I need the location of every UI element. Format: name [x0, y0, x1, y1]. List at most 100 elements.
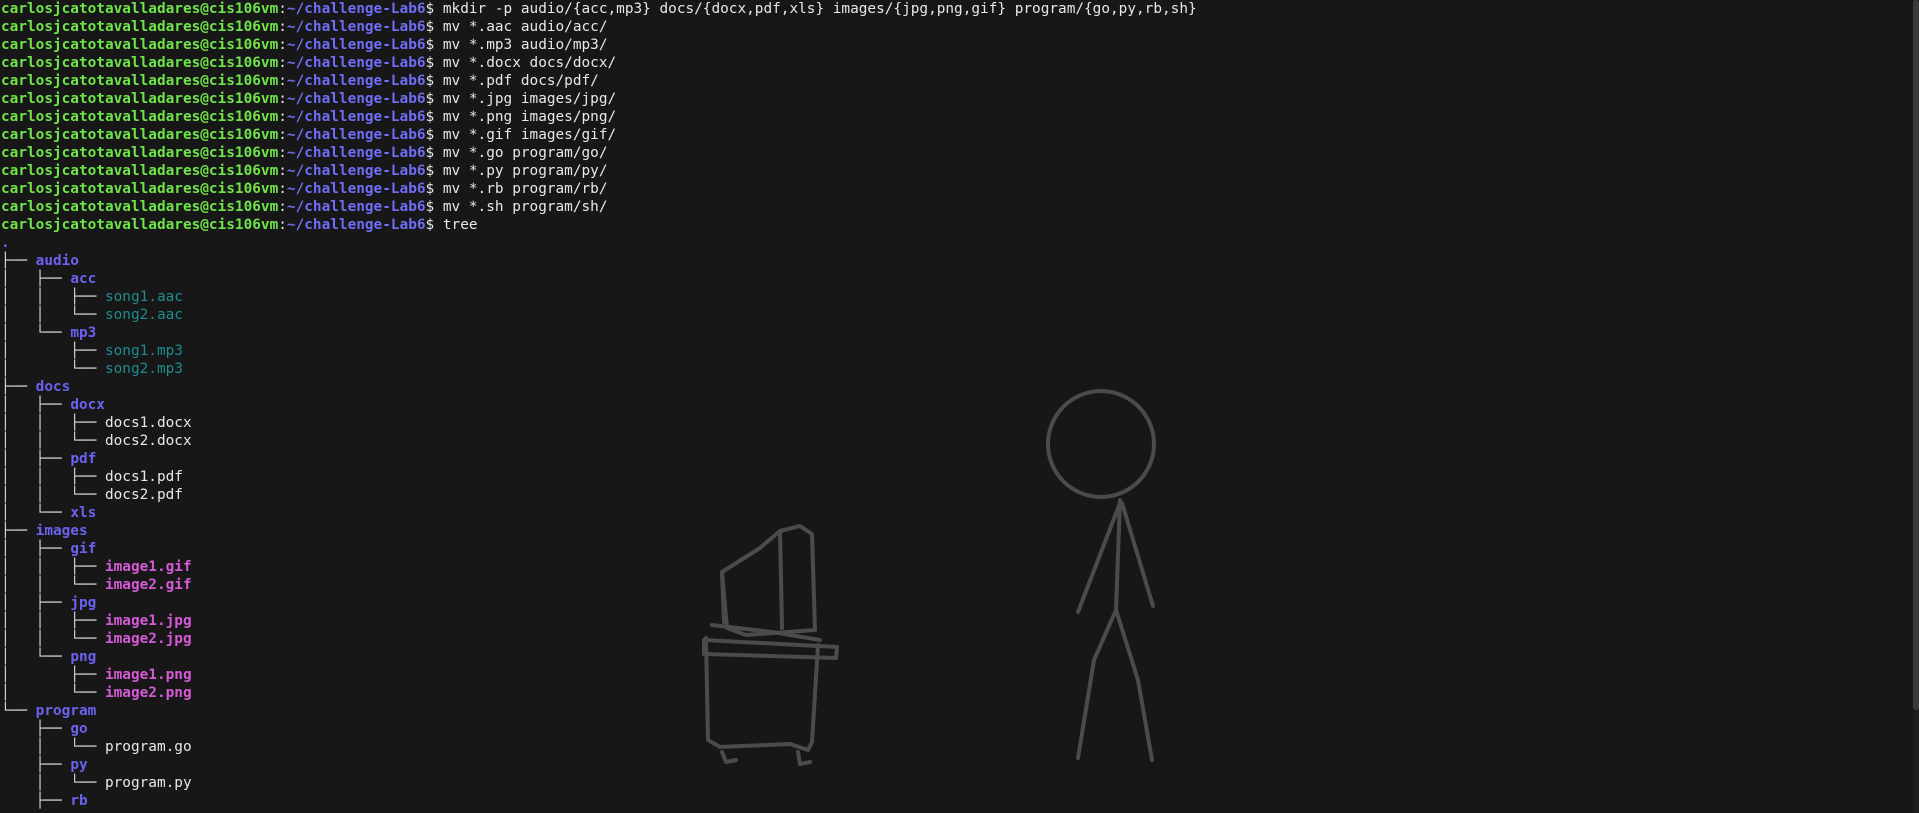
command-text: mv *.go program/go/ [442, 145, 608, 161]
prompt-line: carlosjcatotavalladares@cis106vm:~/chall… [1, 180, 1909, 198]
file-name: image1.gif [104, 559, 192, 575]
prompt-line: carlosjcatotavalladares@cis106vm:~/chall… [1, 90, 1909, 108]
prompt-separator: : [278, 217, 287, 233]
directory-name: xls [70, 505, 97, 521]
prompt-user: carlosjcatotavalladares@cis106vm [1, 73, 279, 89]
prompt-user: carlosjcatotavalladares@cis106vm [1, 109, 279, 125]
tree-line: │ └── song2.mp3 [1, 360, 1909, 378]
prompt-separator: : [278, 73, 287, 89]
tree-branch: │ └── [1, 325, 71, 341]
prompt-line: carlosjcatotavalladares@cis106vm:~/chall… [1, 126, 1909, 144]
prompt-path: ~/challenge-Lab6 [286, 19, 426, 35]
tree-line: │ │ ├── image1.gif [1, 558, 1909, 576]
tree-line: │ ├── pdf [1, 450, 1909, 468]
command-text: mv *.rb program/rb/ [442, 181, 608, 197]
command-text: mv *.aac audio/acc/ [442, 19, 608, 35]
tree-branch: │ └── [1, 685, 105, 701]
tree-line: ├── audio [1, 252, 1909, 270]
tree-line: │ ├── acc [1, 270, 1909, 288]
file-name: docs2.pdf [104, 487, 183, 503]
command-text: mv *.gif images/gif/ [442, 127, 617, 143]
command-text: mkdir -p audio/{acc,mp3} docs/{docx,pdf,… [442, 1, 1197, 17]
prompt-separator: : [278, 163, 287, 179]
terminal-output[interactable]: carlosjcatotavalladares@cis106vm:~/chall… [1, 0, 1909, 810]
tree-branch: │ │ └── [1, 307, 105, 323]
tree-line: │ └── png [1, 648, 1909, 666]
terminal-scrollbar[interactable] [1913, 0, 1919, 813]
tree-line: │ └── xls [1, 504, 1909, 522]
file-name: image1.jpg [104, 613, 192, 629]
tree-line: │ │ ├── docs1.docx [1, 414, 1909, 432]
prompt-line: carlosjcatotavalladares@cis106vm:~/chall… [1, 198, 1909, 216]
directory-name: docs [35, 379, 71, 395]
command-text: mv *.jpg images/jpg/ [442, 91, 617, 107]
directory-name: mp3 [70, 325, 97, 341]
tree-line: │ ├── docx [1, 396, 1909, 414]
prompt-separator: : [278, 145, 287, 161]
prompt-separator: : [278, 55, 287, 71]
tree-branch: │ ├── [1, 595, 71, 611]
tree-line: │ │ └── song2.aac [1, 306, 1909, 324]
tree-line: ├── images [1, 522, 1909, 540]
prompt-dollar: $ [425, 73, 435, 89]
tree-branch: │ └── [1, 361, 105, 377]
tree-root-line: . [1, 234, 1909, 252]
prompt-user: carlosjcatotavalladares@cis106vm [1, 55, 279, 71]
prompt-path: ~/challenge-Lab6 [286, 55, 426, 71]
prompt-path: ~/challenge-Lab6 [286, 73, 426, 89]
prompt-separator: : [278, 199, 287, 215]
prompt-line: carlosjcatotavalladares@cis106vm:~/chall… [1, 54, 1909, 72]
tree-branch: │ ├── [1, 541, 71, 557]
directory-name: go [70, 721, 88, 737]
prompt-line: carlosjcatotavalladares@cis106vm:~/chall… [1, 216, 1909, 234]
tree-branch: │ │ └── [1, 487, 105, 503]
tree-line: │ │ ├── song1.aac [1, 288, 1909, 306]
tree-line: │ │ ├── image1.jpg [1, 612, 1909, 630]
command-text: tree [442, 217, 478, 233]
file-name: docs1.pdf [104, 469, 183, 485]
tree-line: │ │ └── image2.jpg [1, 630, 1909, 648]
file-name: image2.jpg [104, 631, 192, 647]
tree-branch: │ ├── [1, 397, 71, 413]
prompt-dollar: $ [425, 109, 435, 125]
tree-branch: ├── [1, 793, 71, 809]
tree-line: │ ├── image1.png [1, 666, 1909, 684]
prompt-path: ~/challenge-Lab6 [286, 181, 426, 197]
file-name: docs1.docx [104, 415, 192, 431]
prompt-line: carlosjcatotavalladares@cis106vm:~/chall… [1, 108, 1909, 126]
tree-line: │ ├── song1.mp3 [1, 342, 1909, 360]
tree-line: │ │ ├── docs1.pdf [1, 468, 1909, 486]
tree-line: │ └── program.py [1, 774, 1909, 792]
tree-line: │ │ └── image2.gif [1, 576, 1909, 594]
prompt-dollar: $ [425, 181, 435, 197]
command-text: mv *.pdf docs/pdf/ [442, 73, 599, 89]
command-text: mv *.docx docs/docx/ [442, 55, 617, 71]
directory-name: acc [70, 271, 97, 287]
prompt-dollar: $ [425, 163, 435, 179]
prompt-path: ~/challenge-Lab6 [286, 109, 426, 125]
prompt-user: carlosjcatotavalladares@cis106vm [1, 37, 279, 53]
tree-line: │ ├── jpg [1, 594, 1909, 612]
tree-branch: │ │ └── [1, 577, 105, 593]
prompt-line: carlosjcatotavalladares@cis106vm:~/chall… [1, 72, 1909, 90]
tree-branch: │ │ ├── [1, 469, 105, 485]
tree-line: ├── go [1, 720, 1909, 738]
prompt-dollar: $ [425, 217, 435, 233]
prompt-separator: : [278, 1, 287, 17]
tree-line: │ └── program.go [1, 738, 1909, 756]
scrollbar-thumb[interactable] [1913, 0, 1919, 710]
tree-line: │ └── mp3 [1, 324, 1909, 342]
file-name: docs2.docx [104, 433, 192, 449]
tree-line: │ │ └── docs2.pdf [1, 486, 1909, 504]
tree-branch: ├── [1, 523, 36, 539]
